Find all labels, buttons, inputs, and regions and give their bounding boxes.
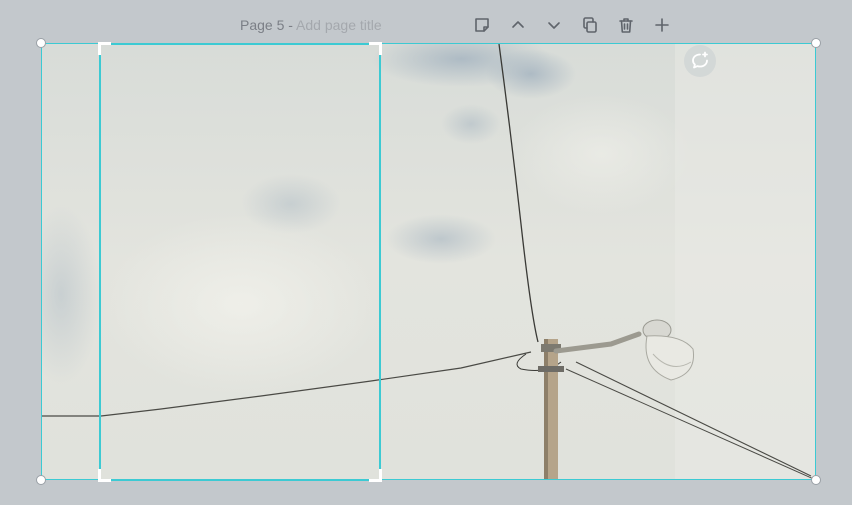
page-title-input[interactable]: Add page title: [296, 17, 382, 33]
add-page-button[interactable]: [652, 15, 672, 35]
resize-handle-bottom-right[interactable]: [811, 475, 821, 485]
resize-handle-top-right[interactable]: [811, 38, 821, 48]
sticky-note-icon: [475, 18, 489, 32]
sky-photo[interactable]: [41, 44, 816, 480]
duplicate-page-button[interactable]: [580, 15, 600, 35]
resize-handle-top-left[interactable]: [36, 38, 46, 48]
add-comment-button[interactable]: [684, 45, 716, 77]
page-header: Page 5 - Add page title: [0, 0, 852, 44]
notes-button[interactable]: [472, 15, 492, 35]
trash-icon: [619, 18, 633, 33]
resize-handle-bottom-left[interactable]: [36, 475, 46, 485]
delete-page-button[interactable]: [616, 15, 636, 35]
design-canvas[interactable]: [41, 44, 816, 480]
copy-icon: [583, 17, 597, 33]
title-separator: -: [284, 17, 297, 33]
add-comment-icon: [692, 51, 708, 69]
chevron-down-icon: [548, 22, 560, 29]
chevron-up-icon: [512, 21, 524, 28]
move-page-up-button[interactable]: [508, 15, 528, 35]
plus-icon: [655, 18, 669, 32]
page-title-bar[interactable]: Page 5 - Add page title: [240, 17, 382, 33]
page-number-label: Page 5: [240, 17, 285, 33]
move-page-down-button[interactable]: [544, 15, 564, 35]
